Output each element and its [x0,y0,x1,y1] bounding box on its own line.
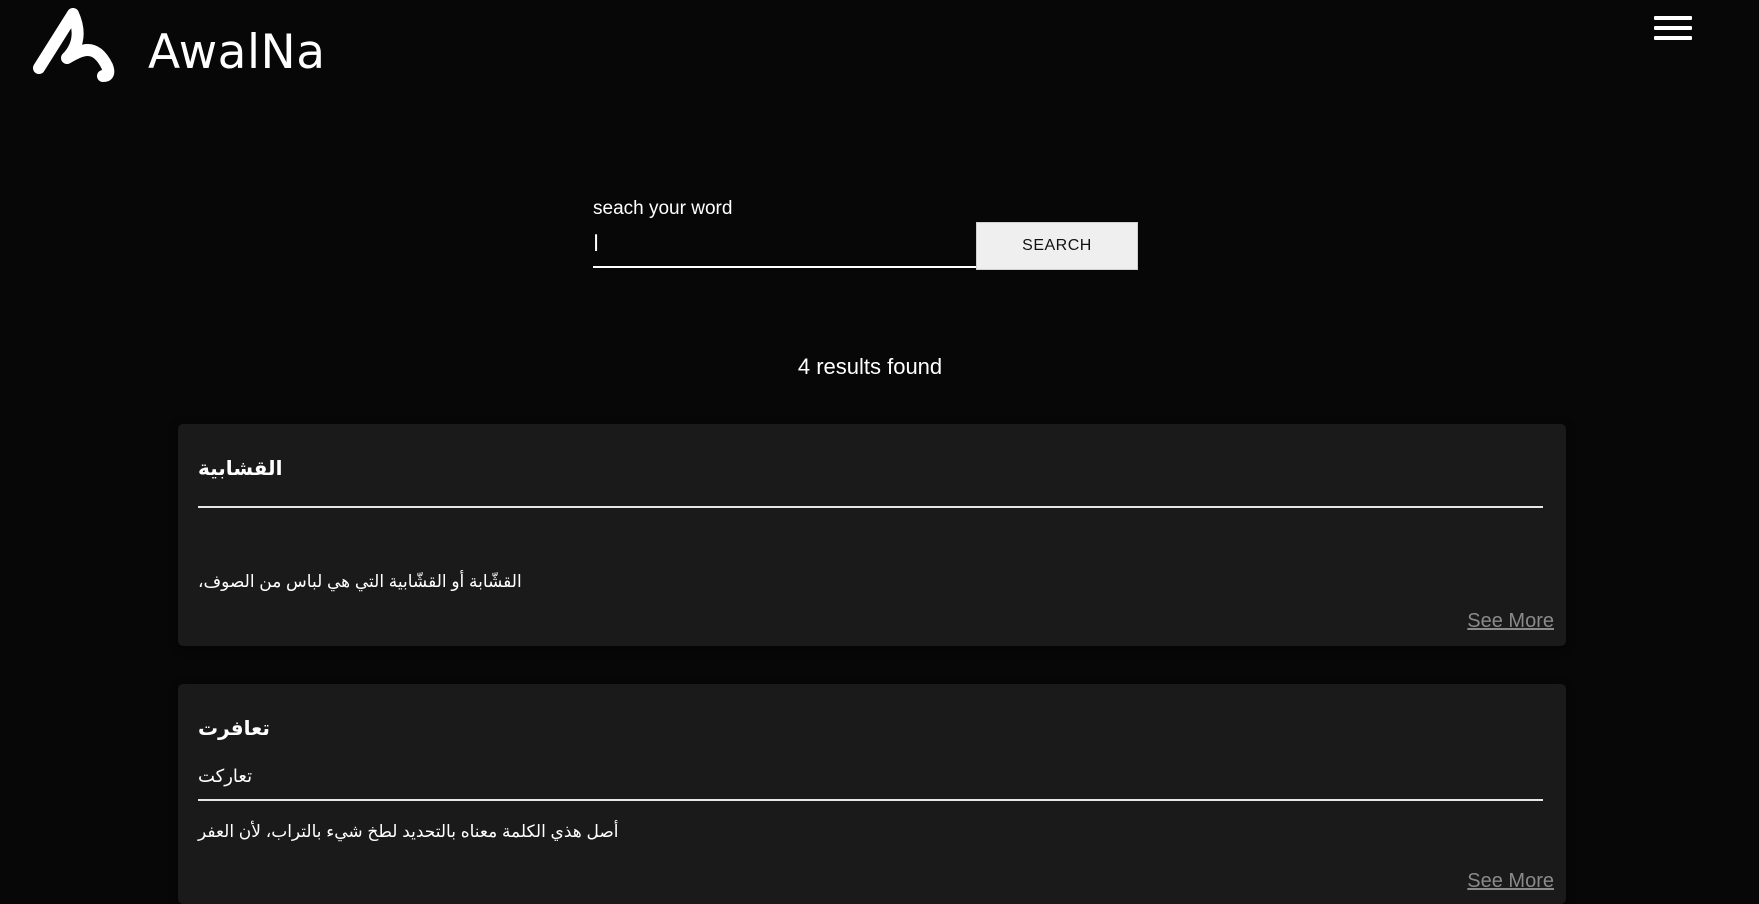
search-form: seach your word SEARCH [593,198,1138,270]
hamburger-menu-icon[interactable] [1654,16,1692,44]
result-title: تعافرت [198,718,270,740]
result-description: القشّابة أو القشّابية التي هي لباس من ال… [198,572,522,591]
result-card: تعافرت تعاركت أصل هذي الكلمة معناه بالتح… [178,684,1566,904]
results-count: 4 results found [797,354,943,379]
menu-bar-bottom [1654,36,1692,40]
divider [198,506,1543,508]
menu-bar-top [1654,16,1692,20]
result-description: أصل هذي الكلمة معناه بالتحديد لطخ شيء با… [198,822,619,841]
awalna-logo-icon [33,8,115,82]
search-button[interactable]: SEARCH [976,222,1138,270]
search-label: seach your word [593,198,733,219]
result-card: القشابية القشّابة أو القشّابية التي هي ل… [178,424,1566,646]
brand-name: AwalNa [148,24,326,80]
menu-bar-middle [1654,26,1692,30]
see-more-link[interactable]: See More [1467,870,1554,893]
search-input[interactable] [593,222,976,268]
result-subtitle: تعاركت [198,766,253,786]
see-more-link[interactable]: See More [1467,610,1554,633]
search-row: SEARCH [593,222,1138,270]
result-title: القشابية [198,458,283,480]
divider [198,799,1543,801]
brand-logo[interactable]: AwalNa [33,6,326,84]
